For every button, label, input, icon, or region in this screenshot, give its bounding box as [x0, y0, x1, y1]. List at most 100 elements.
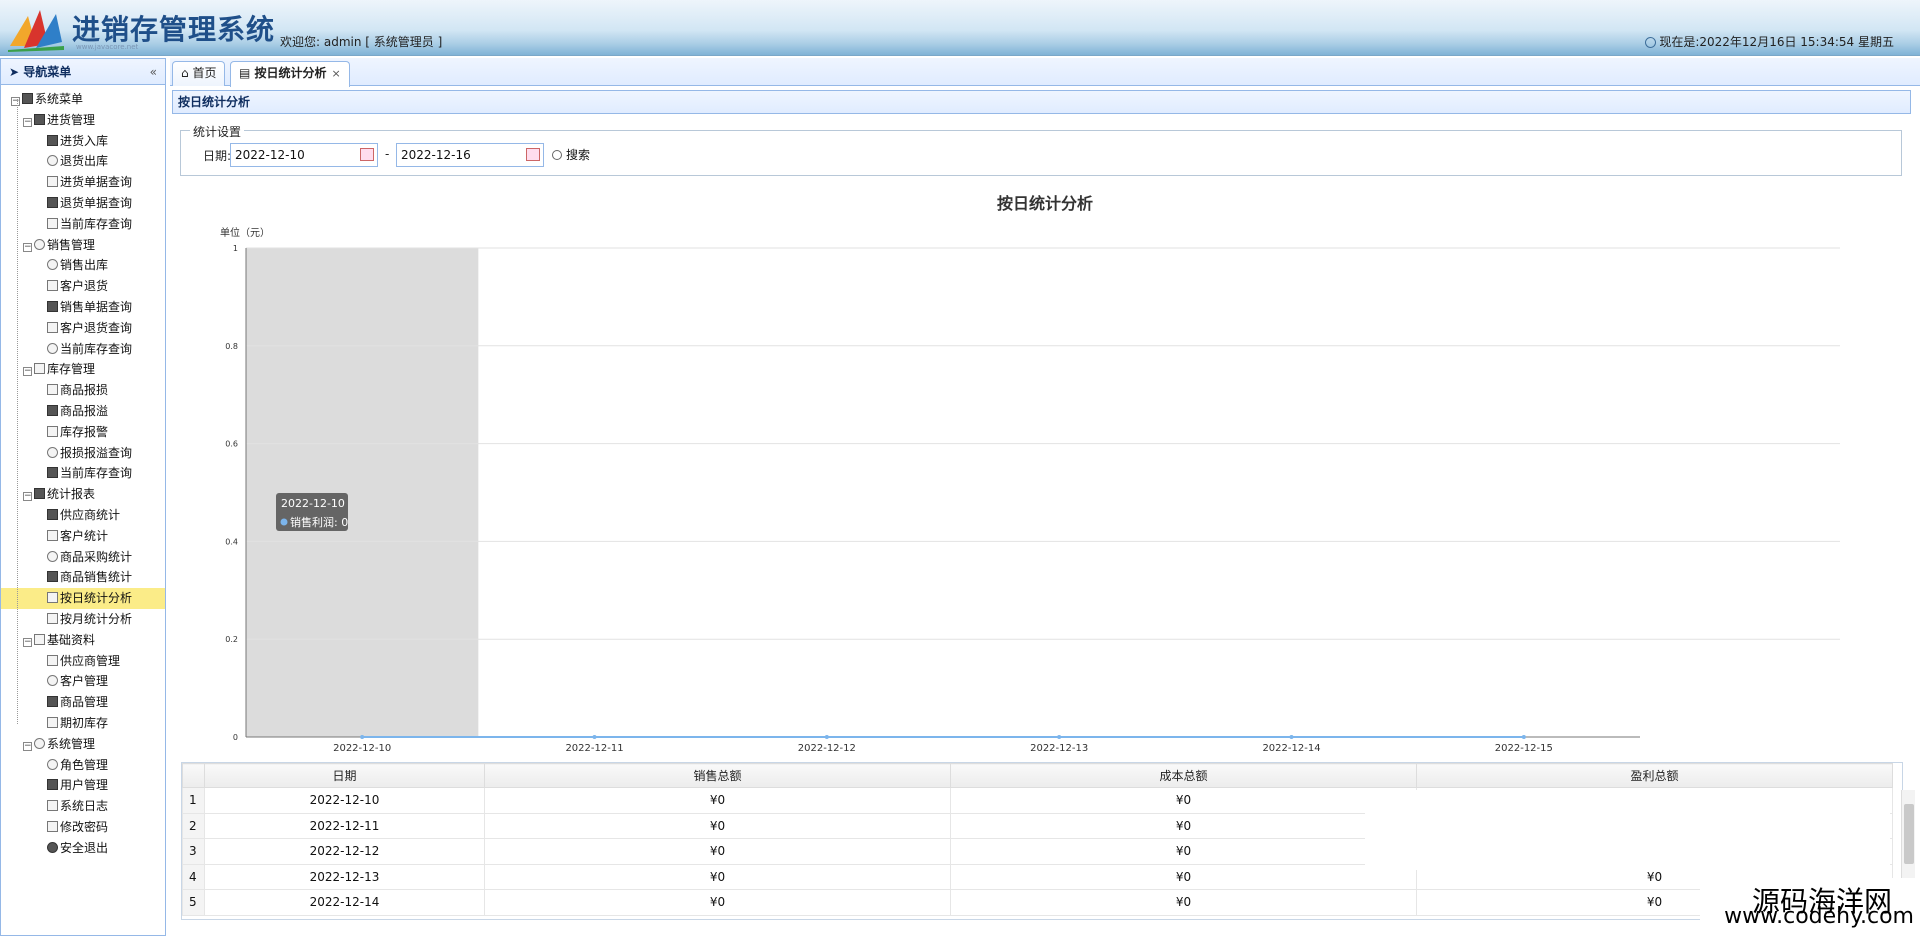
- menu-label: 按日统计分析: [60, 591, 133, 606]
- sidebar-item[interactable]: 退货出库: [1, 151, 165, 172]
- x-tick-label: 2022-12-11: [565, 743, 623, 754]
- table-cell: 2022-12-11: [204, 812, 485, 839]
- menu-item-icon: [47, 217, 58, 229]
- tab-close-icon[interactable]: ×: [332, 67, 341, 80]
- sidebar-item[interactable]: 库存报警: [1, 422, 165, 443]
- menu-group[interactable]: − 系统菜单: [1, 89, 165, 110]
- menu-group[interactable]: − 基础资料: [1, 630, 165, 651]
- welcome-text: 欢迎您: admin [ 系统管理员 ]: [280, 35, 443, 49]
- data-point: [1289, 735, 1294, 739]
- tooltip-marker: [280, 518, 288, 526]
- sidebar-collapse-button[interactable]: «: [150, 59, 157, 85]
- end-date-input[interactable]: 2022-12-16: [396, 143, 544, 167]
- sidebar-item[interactable]: 修改密码: [1, 817, 165, 838]
- tooltip-title: 2022-12-10: [281, 497, 345, 510]
- menu-group[interactable]: − 系统管理: [1, 734, 165, 755]
- column-header[interactable]: 成本总额: [950, 763, 1417, 788]
- sidebar-item[interactable]: 客户退货: [1, 276, 165, 297]
- menu-label: 系统管理: [47, 736, 96, 751]
- y-tick-label: 0.6: [225, 440, 238, 449]
- table-row[interactable]: 5 2022-12-14 ¥0 ¥0 ¥0: [182, 889, 1893, 916]
- menu-item-icon: [47, 529, 58, 541]
- sidebar-item[interactable]: 当前库存查询: [1, 214, 165, 235]
- collapse-toggle-icon[interactable]: −: [23, 242, 32, 252]
- sidebar-item[interactable]: 按月统计分析: [1, 609, 165, 630]
- sidebar-header: ➤ 导航菜单 «: [1, 59, 165, 85]
- sidebar-item[interactable]: 商品采购统计: [1, 547, 165, 568]
- menu-label: 库存管理: [47, 362, 96, 377]
- search-button[interactable]: 搜索: [552, 146, 590, 163]
- menu-group[interactable]: − 统计报表: [1, 484, 165, 505]
- menu-label: 修改密码: [60, 819, 109, 834]
- sidebar-item[interactable]: 期初库存: [1, 713, 165, 734]
- sidebar-item[interactable]: 按日统计分析: [1, 588, 165, 609]
- menu-label: 进货入库: [60, 133, 109, 148]
- y-tick-label: 0.8: [225, 342, 238, 351]
- sidebar-item[interactable]: 客户管理: [1, 671, 165, 692]
- sidebar-item[interactable]: 进货单据查询: [1, 172, 165, 193]
- start-date-input[interactable]: 2022-12-10: [230, 143, 378, 167]
- menu-group[interactable]: − 进货管理: [1, 110, 165, 131]
- sidebar-item[interactable]: 供应商统计: [1, 505, 165, 526]
- menu-label: 报损报溢查询: [60, 445, 133, 460]
- menu-item-icon: [47, 404, 58, 416]
- collapse-toggle-icon[interactable]: −: [23, 367, 32, 377]
- sidebar-item[interactable]: 退货单据查询: [1, 193, 165, 214]
- tab-daily-analysis[interactable]: ▤ 按日统计分析 ×: [230, 61, 350, 87]
- menu-item-icon: [47, 467, 58, 479]
- table-cell: ¥0: [484, 863, 951, 890]
- sidebar-item[interactable]: 系统日志: [1, 796, 165, 817]
- menu-item-icon: [47, 612, 58, 624]
- sidebar-item[interactable]: 客户退货查询: [1, 318, 165, 339]
- menu-label: 安全退出: [60, 840, 109, 855]
- y-tick-label: 1: [233, 244, 238, 253]
- data-point: [1057, 735, 1062, 739]
- sidebar-title: 导航菜单: [23, 65, 72, 79]
- scrollbar-thumb[interactable]: [1904, 804, 1914, 864]
- menu-label: 按月统计分析: [60, 611, 133, 626]
- sidebar-item[interactable]: 报损报溢查询: [1, 443, 165, 464]
- sidebar-item[interactable]: 安全退出: [1, 838, 165, 859]
- grid-header-row: 日期 销售总额 成本总额 盈利总额: [182, 763, 1893, 788]
- collapse-toggle-icon[interactable]: −: [11, 97, 20, 106]
- sidebar-item[interactable]: 进货入库: [1, 131, 165, 152]
- menu-item-icon: [47, 176, 58, 188]
- chart-svg: 0 0.2 0.4 0.6 0.8 1 2022-12-10 2022-12-11 2022-1…: [225, 244, 1840, 754]
- watermark-url: www.codehy.com: [1724, 904, 1914, 929]
- folder-icon: [34, 238, 45, 250]
- calendar-icon[interactable]: [360, 148, 374, 161]
- menu-item-icon: [47, 592, 58, 604]
- menu-item-icon: [47, 571, 58, 583]
- sidebar-item[interactable]: 客户统计: [1, 526, 165, 547]
- collapse-toggle-icon[interactable]: −: [23, 492, 32, 502]
- menu-item-icon: [47, 280, 58, 292]
- sidebar-item[interactable]: 商品报损: [1, 380, 165, 401]
- table-cell: ¥0: [950, 812, 1417, 839]
- collapse-toggle-icon[interactable]: −: [23, 117, 32, 127]
- collapse-toggle-icon[interactable]: −: [23, 741, 32, 751]
- sidebar-item[interactable]: 当前库存查询: [1, 339, 165, 360]
- sidebar-item[interactable]: 当前库存查询: [1, 463, 165, 484]
- row-number: 5: [182, 889, 205, 916]
- menu-label: 进货单据查询: [60, 175, 133, 190]
- report-icon: ▤: [239, 66, 251, 80]
- menu-group[interactable]: − 销售管理: [1, 235, 165, 256]
- calendar-icon[interactable]: [526, 148, 540, 161]
- sidebar-item[interactable]: 销售单据查询: [1, 297, 165, 318]
- column-header[interactable]: 日期: [204, 763, 485, 788]
- sidebar-item[interactable]: 销售出库: [1, 255, 165, 276]
- sidebar-item[interactable]: 供应商管理: [1, 651, 165, 672]
- sidebar-item[interactable]: 商品管理: [1, 692, 165, 713]
- sidebar-item[interactable]: 商品报溢: [1, 401, 165, 422]
- column-header[interactable]: 销售总额: [484, 763, 951, 788]
- y-tick-label: 0.4: [225, 537, 238, 546]
- collapse-toggle-icon[interactable]: −: [23, 637, 32, 647]
- column-header[interactable]: 盈利总额: [1416, 763, 1893, 788]
- sidebar: ➤ 导航菜单 « − 系统菜单 − 进货管理进货入库退货出库进货单据查询退货单据查询当…: [0, 58, 166, 936]
- menu-label: 客户统计: [60, 528, 109, 543]
- sidebar-item[interactable]: 用户管理: [1, 775, 165, 796]
- sidebar-item[interactable]: 商品销售统计: [1, 567, 165, 588]
- tab-home[interactable]: ⌂ 首页: [172, 61, 226, 86]
- sidebar-item[interactable]: 角色管理: [1, 755, 165, 776]
- menu-group[interactable]: − 库存管理: [1, 359, 165, 380]
